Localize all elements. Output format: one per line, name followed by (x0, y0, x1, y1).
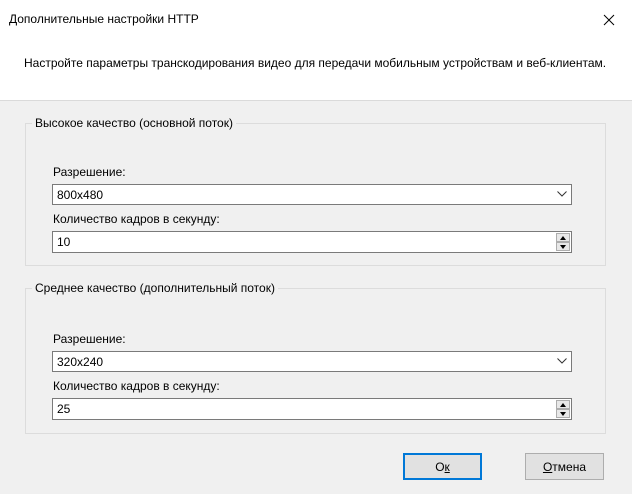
dialog-header: Настройте параметры транскодирования вид… (0, 40, 632, 101)
fps-spinbox-high[interactable]: 10 (52, 231, 572, 253)
fps-label-high: Количество кадров в секунду: (53, 212, 220, 226)
triangle-up-icon (560, 402, 566, 407)
triangle-down-icon (560, 244, 566, 249)
fps-value-high: 10 (57, 235, 71, 249)
resolution-value-high: 800x480 (57, 188, 104, 202)
resolution-value-medium: 320x240 (57, 355, 104, 369)
close-icon (603, 14, 615, 26)
chevron-down-icon (557, 191, 567, 197)
cancel-button-label: Отмена (542, 459, 587, 474)
triangle-down-icon (560, 411, 566, 416)
cancel-button[interactable]: Отмена (525, 453, 604, 480)
fps-spinbox-medium[interactable]: 25 (52, 398, 572, 420)
fps-value-medium: 25 (57, 402, 71, 416)
title-bar: Дополнительные настройки HTTP (0, 0, 632, 40)
high-quality-group-title: Высокое качество (основной поток) (35, 116, 233, 130)
medium-quality-group: Среднее качество (дополнительный поток) … (25, 281, 606, 434)
resolution-label-medium: Разрешение: (53, 332, 126, 346)
spin-up-button-medium[interactable] (556, 400, 570, 409)
spin-up-button-high[interactable] (556, 233, 570, 242)
resolution-select-medium[interactable]: 320x240 (52, 351, 572, 372)
resolution-select-high[interactable]: 800x480 (52, 184, 572, 205)
dialog-description: Настройте параметры транскодирования вид… (24, 56, 607, 70)
high-quality-group: Высокое качество (основной поток) Разреш… (25, 116, 606, 266)
resolution-label-high: Разрешение: (53, 165, 126, 179)
ok-button[interactable]: Ок (403, 453, 482, 480)
window-title: Дополнительные настройки HTTP (9, 12, 199, 26)
ok-button-label: Ок (435, 459, 450, 474)
spin-down-button-medium[interactable] (556, 409, 570, 418)
medium-quality-group-title: Среднее качество (дополнительный поток) (35, 281, 275, 295)
fps-label-medium: Количество кадров в секунду: (53, 379, 220, 393)
chevron-down-icon (557, 358, 567, 364)
close-button[interactable] (586, 0, 632, 40)
triangle-up-icon (560, 235, 566, 240)
spin-down-button-high[interactable] (556, 242, 570, 251)
